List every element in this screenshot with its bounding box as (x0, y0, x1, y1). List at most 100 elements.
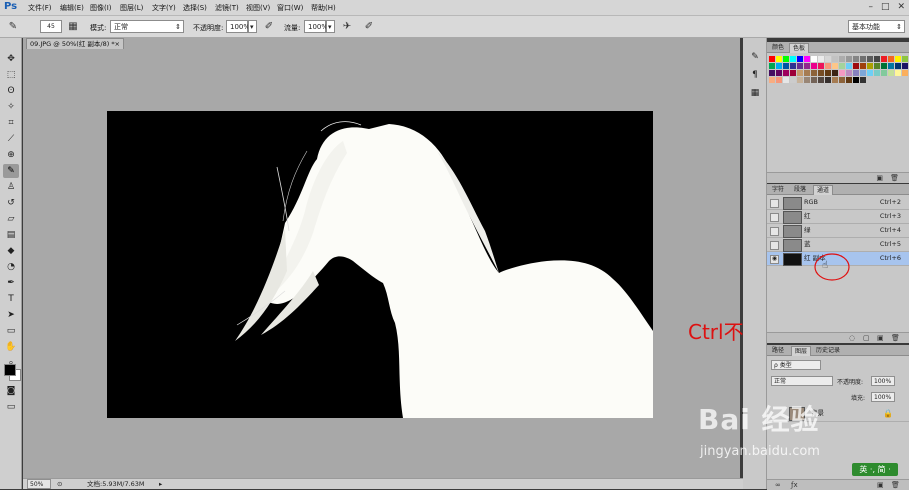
ime-indicator[interactable]: 英 ·, 简 · (852, 463, 898, 476)
swatch-cell[interactable] (783, 77, 789, 83)
new-swatch-icon[interactable]: ▣ (876, 173, 883, 183)
swatch-cell[interactable] (888, 70, 894, 76)
swatch-cell[interactable] (797, 63, 803, 69)
eye-icon[interactable] (770, 227, 779, 236)
swatch-cell[interactable] (811, 70, 817, 76)
swatch-cell[interactable] (818, 70, 824, 76)
history-brush-tool-icon[interactable]: ↺ (3, 196, 19, 210)
swatch-cell[interactable] (874, 56, 880, 62)
channel-row[interactable]: 红 Ctrl+3 (767, 210, 909, 224)
swatch-cell[interactable] (853, 77, 859, 83)
tab-character[interactable]: 字符 (769, 185, 787, 194)
clone-stamp-tool-icon[interactable]: ♙ (3, 180, 19, 194)
quick-select-tool-icon[interactable]: ✧ (3, 100, 19, 114)
maximize-button[interactable]: □ (881, 2, 890, 12)
move-tool-icon[interactable]: ✥ (3, 52, 19, 66)
type-tool-icon[interactable]: T (3, 292, 19, 306)
swatch-cell[interactable] (888, 63, 894, 69)
menu-item-4[interactable]: 文字(Y) (152, 3, 176, 13)
workspace-select[interactable]: 基本功能 ⇕ (848, 20, 905, 33)
brush-preset-picker[interactable]: 45 (40, 20, 62, 33)
swatch-cell[interactable] (895, 70, 901, 76)
swatch-cell[interactable] (804, 70, 810, 76)
swatch-cell[interactable] (846, 70, 852, 76)
swatch-cell[interactable] (797, 70, 803, 76)
swatch-cell[interactable] (839, 63, 845, 69)
pressure-size-icon[interactable]: ✐ (362, 20, 376, 34)
swatch-cell[interactable] (769, 56, 775, 62)
tab-layers[interactable]: 图层 (791, 346, 812, 356)
menu-item-3[interactable]: 图层(L) (120, 3, 143, 13)
swatch-cell[interactable] (776, 70, 782, 76)
swatch-cell[interactable] (902, 56, 908, 62)
path-select-tool-icon[interactable]: ➤ (3, 308, 19, 322)
swatch-cell[interactable] (818, 63, 824, 69)
blend-mode-select[interactable]: 正常 (771, 376, 833, 386)
tab-swatches[interactable]: 色板 (789, 43, 810, 53)
delete-channel-icon[interactable]: 🗑 (891, 333, 900, 343)
swatch-cell[interactable] (860, 77, 866, 83)
swatch-cell[interactable] (825, 70, 831, 76)
swatch-cell[interactable] (769, 63, 775, 69)
mode-select[interactable]: 正常 ⇕ (110, 20, 184, 33)
swatch-cell[interactable] (902, 63, 908, 69)
swatch-cell[interactable] (818, 77, 824, 83)
screen-mode-icon[interactable]: ▭ (3, 400, 19, 414)
menu-item-2[interactable]: 图像(I) (90, 3, 112, 13)
menu-item-7[interactable]: 视图(V) (246, 3, 270, 13)
channel-row[interactable]: 绿 Ctrl+4 (767, 224, 909, 238)
swatch-cell[interactable] (867, 56, 873, 62)
swatch-cell[interactable] (790, 70, 796, 76)
history-brush-panel-icon[interactable]: ✎ (747, 50, 763, 64)
menu-item-0[interactable]: 文件(F) (28, 3, 52, 13)
lasso-tool-icon[interactable]: ʘ (3, 84, 19, 98)
menu-item-9[interactable]: 帮助(H) (311, 3, 336, 13)
save-selection-icon[interactable]: ▢ (863, 333, 870, 343)
swatch-cell[interactable] (860, 70, 866, 76)
swatch-cell[interactable] (846, 63, 852, 69)
status-menu-arrow-icon[interactable]: ▸ (159, 479, 162, 489)
swatch-cell[interactable] (888, 56, 894, 62)
eye-icon[interactable] (770, 241, 779, 250)
swatch-cell[interactable] (853, 63, 859, 69)
image-canvas[interactable] (107, 111, 653, 418)
swatch-cell[interactable] (832, 56, 838, 62)
close-window-button[interactable]: ✕ (897, 2, 905, 12)
swatch-cell[interactable] (846, 77, 852, 83)
quick-mask-icon[interactable]: ◙ (3, 384, 19, 398)
document-tab[interactable]: 09.JPG @ 50%(红 副本/8) * × (26, 38, 124, 49)
menu-item-6[interactable]: 滤镜(T) (215, 3, 239, 13)
airbrush-icon[interactable]: ✈ (340, 20, 354, 34)
swatch-cell[interactable] (783, 70, 789, 76)
tab-channels[interactable]: 通道 (813, 185, 834, 195)
swatch-cell[interactable] (874, 70, 880, 76)
brush-panel-toggle-icon[interactable]: ▦ (66, 20, 80, 34)
brush-tool-icon[interactable]: ✎ (6, 20, 20, 34)
gradient-tool-icon[interactable]: ▤ (3, 228, 19, 242)
delete-swatch-icon[interactable]: 🗑 (890, 173, 899, 183)
swatch-cell[interactable] (790, 77, 796, 83)
pen-tool-icon[interactable]: ✒ (3, 276, 19, 290)
minimize-button[interactable]: – (868, 2, 873, 12)
swatch-cell[interactable] (769, 77, 775, 83)
foreground-color-swatch[interactable] (4, 364, 16, 376)
eye-icon[interactable] (770, 213, 779, 222)
spot-heal-tool-icon[interactable]: ⊕ (3, 148, 19, 162)
swatch-cell[interactable] (825, 63, 831, 69)
swatch-cell[interactable] (895, 63, 901, 69)
flow-input[interactable]: 100% (304, 20, 328, 33)
opacity-input[interactable]: 100% (226, 20, 250, 33)
swatch-cell[interactable] (811, 63, 817, 69)
swatch-cell[interactable] (783, 63, 789, 69)
swatch-cell[interactable] (867, 70, 873, 76)
menu-item-1[interactable]: 编辑(E) (60, 3, 84, 13)
opacity-dropdown[interactable]: ▾ (248, 20, 257, 33)
layer-opacity-input[interactable]: 100% (871, 376, 895, 386)
swatch-cell[interactable] (860, 63, 866, 69)
menu-item-8[interactable]: 窗口(W) (277, 3, 303, 13)
swatch-cell[interactable] (839, 77, 845, 83)
swatch-cell[interactable] (846, 56, 852, 62)
swatch-cell[interactable] (797, 56, 803, 62)
brush-panel-icon[interactable]: ▦ (747, 86, 763, 100)
swatch-cell[interactable] (895, 56, 901, 62)
